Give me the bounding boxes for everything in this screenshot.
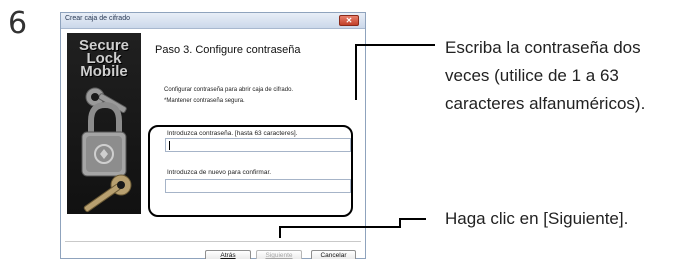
password-callout-line-3: caracteres alfanuméricos). <box>445 94 646 113</box>
password-callout-line <box>355 44 435 100</box>
password-callout: Escriba la contraseña dos veces (utilice… <box>445 34 645 118</box>
password-callout-line-2: veces (utilice de 1 a 63 <box>445 66 619 85</box>
next-callout-line <box>279 218 426 238</box>
password-callout-line-1: Escriba la contraseña dos <box>445 38 641 57</box>
next-callout: Haga clic en [Siguiente]. <box>445 209 629 228</box>
